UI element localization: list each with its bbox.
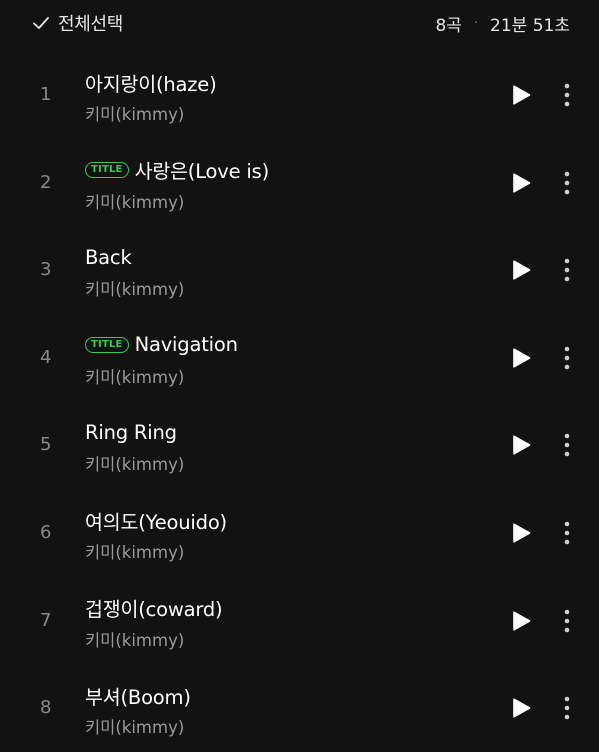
track-number: 1 — [40, 84, 52, 105]
play-icon[interactable] — [510, 172, 532, 194]
track-row[interactable]: 2 TITLE 사랑은(Love is) 키미(kimmy) — [0, 139, 599, 227]
track-row[interactable]: 5 Ring Ring 키미(kimmy) — [0, 401, 599, 489]
summary-separator: · — [473, 15, 479, 31]
more-vertical-icon[interactable] — [558, 694, 576, 722]
track-row[interactable]: 7 겁쟁이(coward) 키미(kimmy) — [0, 577, 599, 665]
track-number: 3 — [40, 259, 52, 281]
play-icon[interactable] — [510, 347, 532, 369]
track-title-line: 겁쟁이(coward) — [85, 594, 223, 622]
track-title-line: TITLE Navigation — [85, 331, 238, 359]
track-title: 여의도(Yeouido) — [85, 510, 227, 534]
more-vertical-icon[interactable] — [558, 431, 576, 459]
more-vertical-icon[interactable] — [558, 169, 576, 197]
track-title: Ring Ring — [85, 420, 177, 444]
track-row[interactable]: 1 아지랑이(haze) 키미(kimmy) — [0, 51, 599, 139]
play-icon[interactable] — [510, 697, 532, 719]
total-duration: 21분 51초 — [490, 15, 570, 36]
title-track-badge: TITLE — [85, 161, 129, 178]
play-icon[interactable] — [510, 522, 532, 544]
track-number: 4 — [40, 346, 52, 368]
title-track-badge: TITLE — [85, 336, 129, 353]
track-title-line: 부셔(Boom) — [85, 681, 191, 709]
select-all-button[interactable]: 전체선택 — [32, 9, 123, 37]
track-title: 아지랑이(haze) — [85, 72, 217, 96]
track-title: 부셔(Boom) — [85, 685, 191, 709]
track-number: 8 — [40, 697, 52, 719]
more-vertical-icon[interactable] — [558, 256, 576, 284]
track-number: 2 — [40, 171, 52, 193]
more-vertical-icon[interactable] — [558, 519, 576, 547]
track-artist[interactable]: 키미(kimmy) — [85, 714, 184, 738]
check-icon — [33, 17, 49, 29]
track-number: 5 — [40, 434, 52, 456]
play-icon[interactable] — [510, 434, 532, 456]
track-artist[interactable]: 키미(kimmy) — [85, 364, 184, 388]
more-vertical-icon[interactable] — [558, 81, 576, 109]
track-title-line: 여의도(Yeouido) — [85, 506, 227, 534]
track-title: 사랑은(Love is) — [134, 160, 270, 184]
more-vertical-icon[interactable] — [558, 607, 576, 635]
track-row[interactable]: 4 TITLE Navigation 키미(kimmy) — [0, 314, 599, 402]
track-artist[interactable]: 키미(kimmy) — [85, 189, 184, 213]
track-row[interactable]: 3 Back 키미(kimmy) — [0, 226, 599, 314]
tracklist-header: 전체선택 8곡 · 21분 51초 — [0, 0, 599, 48]
track-number: 7 — [40, 609, 52, 631]
album-summary: 8곡 · 21분 51초 — [435, 10, 570, 36]
track-title: Back — [85, 245, 132, 269]
play-icon[interactable] — [510, 84, 532, 106]
track-count: 8곡 — [435, 15, 462, 36]
track-title: 겁쟁이(coward) — [85, 598, 223, 622]
track-artist[interactable]: 키미(kimmy) — [85, 627, 184, 651]
track-row[interactable]: 6 여의도(Yeouido) 키미(kimmy) — [0, 489, 599, 577]
track-title: Navigation — [134, 333, 238, 357]
more-vertical-icon[interactable] — [558, 344, 576, 372]
track-title-line: TITLE 사랑은(Love is) — [85, 156, 269, 184]
track-title-line: 아지랑이(haze) — [85, 68, 217, 96]
track-artist[interactable]: 키미(kimmy) — [85, 451, 184, 475]
track-artist[interactable]: 키미(kimmy) — [85, 101, 184, 125]
track-row[interactable]: 8 부셔(Boom) 키미(kimmy) — [0, 664, 599, 752]
track-title-line: Back — [85, 243, 132, 271]
track-number: 6 — [40, 522, 52, 543]
track-artist[interactable]: 키미(kimmy) — [85, 276, 184, 300]
track-title-line: Ring Ring — [85, 418, 177, 446]
play-icon[interactable] — [510, 610, 532, 632]
select-all-label: 전체선택 — [58, 14, 124, 35]
play-icon[interactable] — [510, 259, 532, 281]
track-artist[interactable]: 키미(kimmy) — [85, 539, 184, 563]
